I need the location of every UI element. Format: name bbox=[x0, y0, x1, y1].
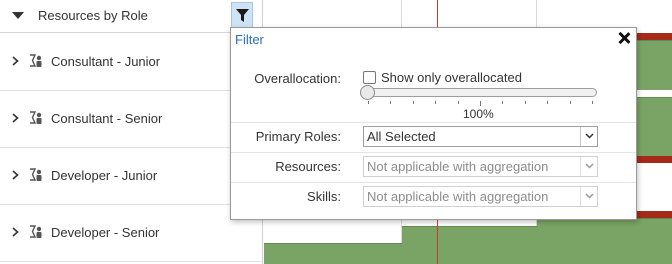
overallocation-slider-handle[interactable] bbox=[360, 85, 375, 100]
resources-label: Resources: bbox=[275, 159, 341, 174]
chevron-right-icon[interactable] bbox=[12, 56, 19, 66]
slider-tick bbox=[435, 101, 437, 104]
allocation-bar[interactable] bbox=[637, 97, 672, 156]
role-group-icon bbox=[30, 111, 42, 124]
tree-row-label: Developer - Senior bbox=[51, 225, 160, 240]
chevron-right-icon[interactable] bbox=[12, 170, 19, 180]
primary-roles-select[interactable]: All Selected bbox=[363, 126, 598, 147]
role-group-icon bbox=[30, 168, 42, 181]
role-group-icon bbox=[30, 225, 42, 238]
slider-tick bbox=[412, 101, 414, 104]
tree-row-developer-junior[interactable]: Developer - Junior bbox=[0, 148, 263, 205]
resources-select: Not applicable with aggregation bbox=[363, 156, 598, 177]
divider bbox=[231, 182, 636, 183]
allocation-bar[interactable] bbox=[402, 226, 537, 264]
role-group-icon bbox=[30, 54, 42, 67]
divider bbox=[231, 152, 636, 153]
slider-tick bbox=[390, 101, 392, 104]
slider-tick bbox=[502, 101, 504, 104]
skills-label: Skills: bbox=[307, 189, 341, 204]
overallocation-bar[interactable] bbox=[637, 33, 672, 40]
close-icon[interactable] bbox=[617, 31, 631, 45]
tree-row-consultant-junior[interactable]: Consultant - Junior bbox=[0, 34, 263, 91]
filter-popup: Filter Overallocation: Show only overall… bbox=[230, 27, 637, 220]
funnel-icon bbox=[236, 9, 249, 22]
overallocation-slider-track[interactable] bbox=[363, 88, 597, 97]
popup-title: Filter bbox=[235, 32, 264, 47]
slider-tick bbox=[524, 101, 526, 104]
skills-value: Not applicable with aggregation bbox=[367, 189, 549, 204]
chevron-down-icon bbox=[580, 187, 597, 206]
tree-row-consultant-senior[interactable]: Consultant - Senior bbox=[0, 91, 263, 148]
overallocation-bar[interactable] bbox=[637, 156, 672, 163]
chevron-right-icon[interactable] bbox=[12, 113, 19, 123]
primary-roles-value: All Selected bbox=[367, 129, 436, 144]
allocation-bar[interactable] bbox=[637, 40, 672, 90]
slider-tick bbox=[480, 101, 481, 106]
skills-select: Not applicable with aggregation bbox=[363, 186, 598, 207]
overallocation-label: Overallocation: bbox=[254, 71, 341, 86]
tree-row-label: Consultant - Senior bbox=[51, 111, 163, 126]
divider bbox=[231, 122, 636, 123]
caret-down-icon[interactable] bbox=[12, 12, 24, 19]
allocation-bar[interactable] bbox=[264, 243, 402, 264]
grouping-title[interactable]: Resources by Role bbox=[38, 8, 148, 23]
allocation-bar[interactable] bbox=[537, 218, 672, 264]
chevron-down-icon[interactable] bbox=[580, 127, 597, 146]
overallocation-bar[interactable] bbox=[637, 211, 672, 218]
filter-button[interactable] bbox=[231, 2, 253, 29]
chevron-down-icon bbox=[580, 157, 597, 176]
resource-tree-panel: Resources by Role Consultant - Junior Co… bbox=[0, 0, 263, 264]
overallocated-checkbox[interactable] bbox=[363, 71, 376, 84]
overallocated-checkbox-label[interactable]: Show only overallocated bbox=[381, 70, 522, 85]
tree-row-label: Developer - Junior bbox=[51, 168, 158, 183]
tree-row-developer-senior[interactable]: Developer - Senior bbox=[0, 205, 263, 262]
tree-row-label: Consultant - Junior bbox=[51, 54, 161, 69]
slider-value: 100% bbox=[463, 107, 494, 121]
chevron-right-icon[interactable] bbox=[12, 227, 19, 237]
slider-tick bbox=[592, 101, 593, 104]
slider-tick bbox=[569, 101, 571, 104]
primary-roles-label: Primary Roles: bbox=[255, 129, 341, 144]
slider-tick bbox=[457, 101, 459, 104]
resources-value: Not applicable with aggregation bbox=[367, 159, 549, 174]
slider-tick bbox=[368, 101, 369, 104]
tree-header: Resources by Role bbox=[0, 0, 263, 33]
slider-tick bbox=[547, 101, 549, 104]
